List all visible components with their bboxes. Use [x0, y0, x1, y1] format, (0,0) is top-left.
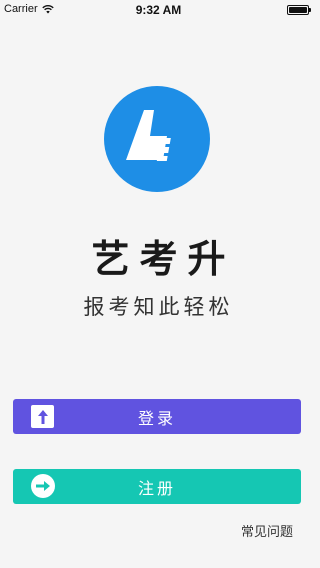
register-label: 注册 — [137, 478, 176, 498]
login-button[interactable]: 登录 — [13, 399, 301, 434]
battery-icon — [287, 5, 311, 15]
upload-arrow-icon — [31, 405, 54, 428]
faq-link[interactable]: 常见问题 — [241, 521, 293, 540]
app-logo-icon — [104, 86, 210, 192]
register-button[interactable]: 注册 — [13, 469, 301, 504]
battery-fill — [289, 7, 307, 13]
status-bar: Carrier 9:32 AM — [0, 0, 317, 20]
logo-glyph — [126, 110, 171, 161]
right-arrow-icon — [31, 474, 55, 498]
status-time: 9:32 AM — [135, 3, 182, 17]
app-slogan: 报考知此轻松 — [83, 295, 234, 319]
login-label: 登录 — [137, 408, 176, 428]
app-title: 艺考升 — [91, 237, 236, 281]
